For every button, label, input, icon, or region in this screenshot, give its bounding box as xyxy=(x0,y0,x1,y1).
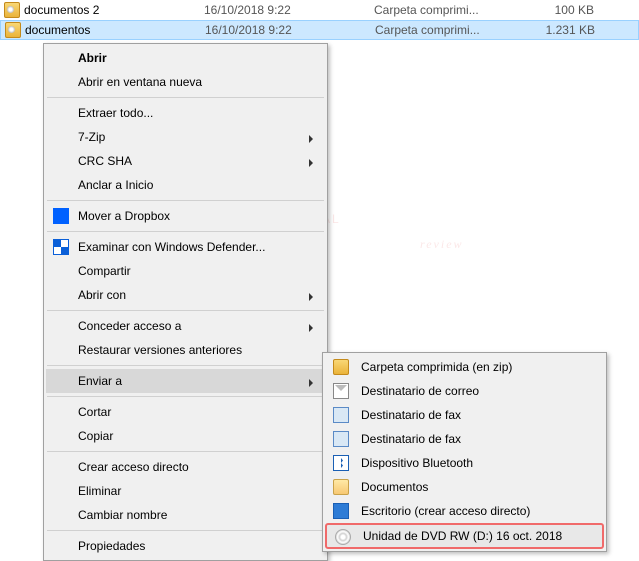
menu-separator xyxy=(47,451,324,452)
menu-create-shortcut[interactable]: Crear acceso directo xyxy=(46,455,325,479)
menu-share[interactable]: Compartir xyxy=(46,259,325,283)
file-type: Carpeta comprimi... xyxy=(374,3,524,17)
menu-open-with[interactable]: Abrir con xyxy=(46,283,325,307)
mail-icon xyxy=(333,383,349,399)
menu-separator xyxy=(47,231,324,232)
menu-open[interactable]: Abrir xyxy=(46,46,325,70)
chevron-right-icon xyxy=(307,321,315,335)
file-size: 1.231 KB xyxy=(525,23,605,37)
menu-separator xyxy=(47,365,324,366)
menu-extract-all[interactable]: Extraer todo... xyxy=(46,101,325,125)
fax-icon xyxy=(333,407,349,423)
defender-icon xyxy=(53,239,69,255)
file-date: 16/10/2018 9:22 xyxy=(204,3,374,17)
file-type: Carpeta comprimi... xyxy=(375,23,525,37)
file-name: documentos 2 xyxy=(24,3,204,17)
sendto-fax[interactable]: Destinatario de fax xyxy=(325,403,604,427)
sendto-bluetooth[interactable]: Dispositivo Bluetooth xyxy=(325,451,604,475)
menu-restore-versions[interactable]: Restaurar versiones anteriores xyxy=(46,338,325,362)
menu-rename[interactable]: Cambiar nombre xyxy=(46,503,325,527)
zip-icon xyxy=(333,359,349,375)
menu-7zip[interactable]: 7-Zip xyxy=(46,125,325,149)
zip-file-icon xyxy=(4,2,20,18)
file-list: documentos 2 16/10/2018 9:22 Carpeta com… xyxy=(0,0,639,40)
chevron-right-icon xyxy=(307,290,315,304)
sendto-dvd-drive[interactable]: Unidad de DVD RW (D:) 16 oct. 2018 xyxy=(325,523,604,549)
chevron-right-icon xyxy=(307,132,315,146)
menu-separator xyxy=(47,530,324,531)
bluetooth-icon xyxy=(333,455,349,471)
sendto-mail[interactable]: Destinatario de correo xyxy=(325,379,604,403)
menu-defender[interactable]: Examinar con Windows Defender... xyxy=(46,235,325,259)
dropbox-icon xyxy=(53,208,69,224)
menu-cut[interactable]: Cortar xyxy=(46,400,325,424)
sendto-desktop[interactable]: Escritorio (crear acceso directo) xyxy=(325,499,604,523)
file-date: 16/10/2018 9:22 xyxy=(205,23,375,37)
file-row[interactable]: documentos 2 16/10/2018 9:22 Carpeta com… xyxy=(0,0,639,20)
sendto-fax[interactable]: Destinatario de fax xyxy=(325,427,604,451)
menu-send-to[interactable]: Enviar a xyxy=(46,369,325,393)
sendto-documents[interactable]: Documentos xyxy=(325,475,604,499)
menu-separator xyxy=(47,200,324,201)
menu-dropbox[interactable]: Mover a Dropbox xyxy=(46,204,325,228)
menu-separator xyxy=(47,97,324,98)
desktop-icon xyxy=(333,503,349,519)
menu-copy[interactable]: Copiar xyxy=(46,424,325,448)
menu-properties[interactable]: Propiedades xyxy=(46,534,325,558)
menu-pin-start[interactable]: Anclar a Inicio xyxy=(46,173,325,197)
chevron-right-icon xyxy=(307,156,315,170)
file-size: 100 KB xyxy=(524,3,604,17)
menu-separator xyxy=(47,310,324,311)
send-to-submenu: Carpeta comprimida (en zip) Destinatario… xyxy=(322,352,607,552)
folder-icon xyxy=(333,479,349,495)
menu-open-new-window[interactable]: Abrir en ventana nueva xyxy=(46,70,325,94)
sendto-zip[interactable]: Carpeta comprimida (en zip) xyxy=(325,355,604,379)
fax-icon xyxy=(333,431,349,447)
menu-crc-sha[interactable]: CRC SHA xyxy=(46,149,325,173)
file-row-selected[interactable]: documentos 16/10/2018 9:22 Carpeta compr… xyxy=(0,20,639,40)
menu-separator xyxy=(47,396,324,397)
menu-delete[interactable]: Eliminar xyxy=(46,479,325,503)
menu-grant-access[interactable]: Conceder acceso a xyxy=(46,314,325,338)
file-name: documentos xyxy=(25,23,205,37)
zip-file-icon xyxy=(5,22,21,38)
context-menu: Abrir Abrir en ventana nueva Extraer tod… xyxy=(43,43,328,561)
chevron-right-icon xyxy=(307,376,315,390)
